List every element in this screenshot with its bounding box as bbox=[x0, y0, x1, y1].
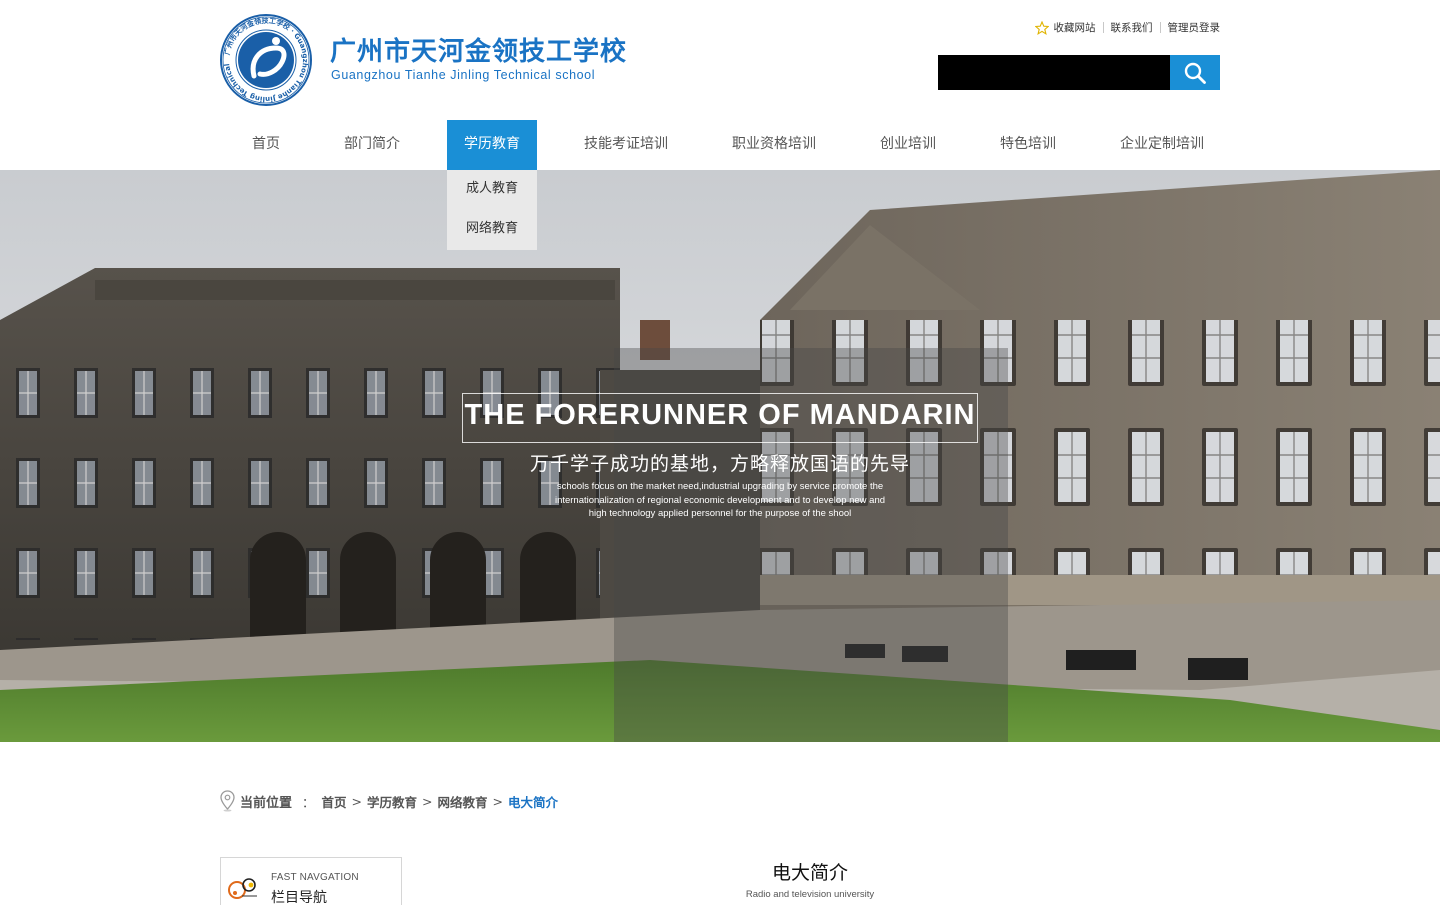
divider bbox=[1159, 22, 1161, 33]
banner-subtitle: 万千学子成功的基地，方略释放国语的先导 bbox=[529, 453, 910, 475]
nav-item-departments[interactable]: 部门简介 bbox=[332, 120, 412, 170]
banner-description-line: internationalization of regional economi… bbox=[554, 494, 886, 506]
search-button[interactable] bbox=[1170, 55, 1220, 90]
dropdown-item-adult-education[interactable]: 成人教育 bbox=[447, 170, 537, 210]
fast-navigation-box: FAST NAVGATION 栏目导航 bbox=[220, 857, 402, 905]
fast-navigation-cn: 栏目导航 bbox=[271, 890, 327, 905]
banner-description: schools focus on the market need,industr… bbox=[520, 480, 920, 521]
banner-title: THE FORERUNNER OF MANDARIN bbox=[464, 399, 976, 431]
banner-description-line: schools focus on the market need,industr… bbox=[556, 481, 884, 492]
nav-item-special-training[interactable]: 特色培训 bbox=[988, 120, 1068, 170]
page-subtitle: Radio and television university bbox=[745, 889, 875, 900]
breadcrumb-academic-education[interactable]: 学历教育 bbox=[367, 792, 417, 811]
breadcrumb-separator: > bbox=[422, 793, 433, 809]
breadcrumb-separator: > bbox=[351, 793, 363, 809]
breadcrumb-current[interactable]: 电大简介 bbox=[508, 792, 558, 811]
breadcrumb-home[interactable]: 首页 bbox=[322, 792, 347, 811]
logo-emblem[interactable]: 广州市天河金领技工学校 · Guangzhou Tianhe Jinling T… bbox=[220, 14, 312, 106]
location-pin-icon bbox=[220, 790, 235, 812]
admin-login-link[interactable]: 管理员登录 bbox=[1168, 20, 1221, 35]
banner-description-line: high technology applied personnel for th… bbox=[588, 508, 852, 519]
fast-nav-icon bbox=[228, 878, 257, 899]
main-nav: 首页 部门简介 学历教育 技能考证培训 职业资格培训 创业培训 特色培训 企业定… bbox=[220, 120, 1220, 170]
nav-item-enterprise-training[interactable]: 企业定制培训 bbox=[1106, 120, 1218, 170]
bookmark-site-link[interactable]: 收藏网站 bbox=[1054, 20, 1096, 35]
divider bbox=[1102, 22, 1104, 33]
nav-item-skills-certification[interactable]: 技能考证培训 bbox=[570, 120, 682, 170]
nav-dropdown-academic: 成人教育 网络教育 bbox=[447, 170, 537, 250]
header: 广州市天河金领技工学校 · Guangzhou Tianhe Jinling T… bbox=[220, 0, 1220, 120]
nav-item-academic-education[interactable]: 学历教育 bbox=[447, 120, 537, 170]
hero-banner: THE FORERUNNER OF MANDARIN 万千学子成功的基地，方略释… bbox=[0, 170, 1440, 742]
search-input[interactable] bbox=[938, 55, 1170, 90]
fast-navigation-en: FAST NAVGATION bbox=[271, 872, 359, 883]
dropdown-item-online-education[interactable]: 网络教育 bbox=[447, 210, 537, 250]
search-icon bbox=[1184, 62, 1206, 84]
brand-name-en: Guangzhou Tianhe Jinling Technical schoo… bbox=[331, 68, 596, 82]
top-links: 收藏网站 联系我们 管理员登录 bbox=[1034, 20, 1221, 35]
breadcrumb-separator: > bbox=[492, 793, 504, 809]
star-icon bbox=[1034, 20, 1049, 35]
nav-item-home[interactable]: 首页 bbox=[238, 120, 294, 170]
nav-item-entrepreneurship[interactable]: 创业培训 bbox=[868, 120, 948, 170]
breadcrumb-label: 当前位置 bbox=[240, 795, 293, 811]
nav-item-vocational-qualification[interactable]: 职业资格培训 bbox=[718, 120, 830, 170]
breadcrumb-colon: ： bbox=[302, 794, 315, 810]
page-title: 电大简介 bbox=[771, 862, 848, 884]
breadcrumb-online-education[interactable]: 网络教育 bbox=[438, 792, 488, 811]
contact-us-link[interactable]: 联系我们 bbox=[1111, 20, 1153, 35]
breadcrumb: 当前位置 ： 首页 > 学历教育 > 网络教育 > 电大简介 bbox=[220, 788, 558, 814]
brand-name-cn: 广州市天河金领技工学校 bbox=[330, 37, 628, 67]
